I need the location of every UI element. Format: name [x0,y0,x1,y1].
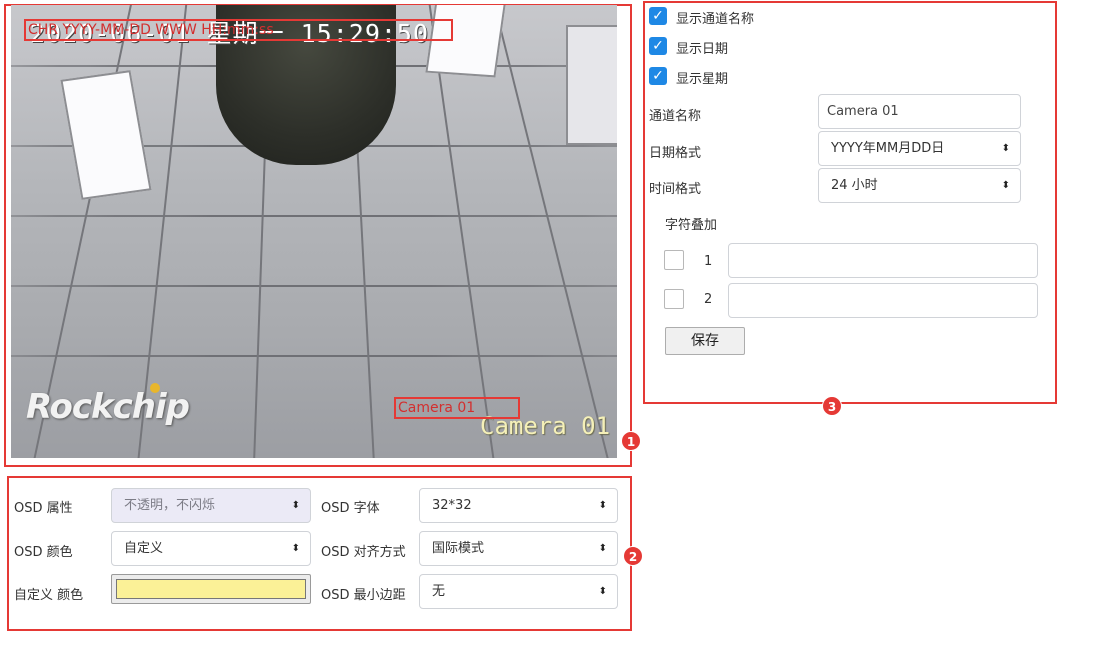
show-channel-name-label: 显示通道名称 [676,12,755,27]
show-week-label: 显示星期 [676,72,729,87]
osd-color-value: 自定义 [124,541,164,556]
date-format-select[interactable]: YYYY年MM月DD日 ⬍ [818,131,1021,166]
show-date-checkbox[interactable]: ✓ [649,37,667,55]
select-caret-icon: ⬍ [291,500,300,511]
custom-color-picker[interactable] [111,574,311,604]
select-caret-icon: ⬍ [1001,143,1010,154]
osd-attr-select: 不透明，不闪烁 ⬍ [111,488,311,523]
char-overlay-label: 字符叠加 [665,218,718,233]
callout-badge-2: 2 [623,546,643,566]
osd-font-select[interactable]: 32*32 ⬍ [419,488,618,523]
show-channel-name-checkbox[interactable]: ✓ [649,7,667,25]
logo-dot-icon [150,383,160,393]
time-format-value: 24 小时 [831,178,878,193]
select-caret-icon: ⬍ [291,543,300,554]
rockchip-logo: Rockchip [26,387,190,427]
overlay-row-2-checkbox[interactable] [664,289,684,309]
osd-font-value: 32*32 [432,498,472,513]
osd-attr-label: OSD 属性 [14,501,73,516]
date-format-label: 日期格式 [649,146,702,161]
select-caret-icon: ⬍ [1001,180,1010,191]
show-week-checkbox[interactable]: ✓ [649,67,667,85]
osd-font-label: OSD 字体 [321,501,380,516]
osd-margin-select[interactable]: 无 ⬍ [419,574,618,609]
osd-attr-value: 不透明，不闪烁 [124,498,216,513]
osd-align-select[interactable]: 国际模式 ⬍ [419,531,618,566]
show-date-label: 显示日期 [676,42,729,57]
overlay-row-2-index: 2 [704,292,713,307]
select-caret-icon: ⬍ [598,500,607,511]
save-button[interactable]: 保存 [665,327,745,355]
date-format-value: YYYY年MM月DD日 [831,141,945,156]
time-format-label: 时间格式 [649,182,702,197]
overlay-row-1-index: 1 [704,254,713,269]
overlay-row-2-input[interactable] [728,283,1038,318]
select-caret-icon: ⬍ [598,543,607,554]
custom-color-label: 自定义 颜色 [14,588,84,603]
time-format-select[interactable]: 24 小时 ⬍ [818,168,1021,203]
channel-name-input[interactable] [818,94,1021,129]
osd-align-value: 国际模式 [432,541,485,556]
channel-name-label: 通道名称 [649,109,702,124]
osd-margin-label: OSD 最小边距 [321,588,406,603]
osd-align-label: OSD 对齐方式 [321,545,406,560]
color-swatch [116,579,306,599]
osd-color-select[interactable]: 自定义 ⬍ [111,531,311,566]
select-caret-icon: ⬍ [598,586,607,597]
callout-badge-1: 1 [621,431,641,451]
overlay-row-1-input[interactable] [728,243,1038,278]
overlay-row-1-checkbox[interactable] [664,250,684,270]
osd-camera-overlay[interactable]: Camera 01 [394,397,520,419]
osd-margin-value: 无 [432,584,446,599]
callout-badge-3: 3 [822,396,842,416]
osd-color-label: OSD 颜色 [14,545,73,560]
osd-datetime-overlay[interactable]: CHR YYYY-MM-DD WWW HH:mm:ss [24,19,453,41]
